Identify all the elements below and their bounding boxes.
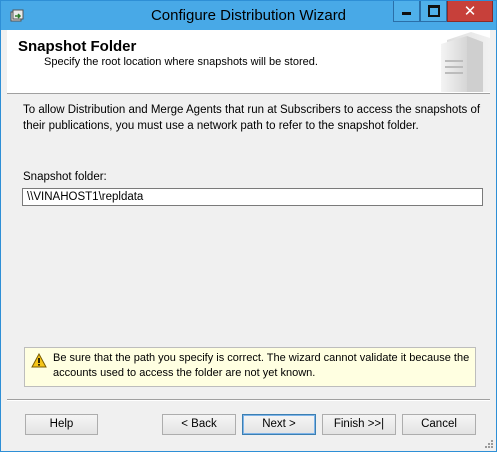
- snapshot-folder-input[interactable]: [22, 188, 483, 206]
- cancel-button[interactable]: Cancel: [402, 414, 476, 435]
- wizard-header: Snapshot Folder Specify the root locatio…: [7, 30, 490, 94]
- minimize-icon: [402, 12, 411, 15]
- close-button[interactable]: ✕: [447, 1, 493, 22]
- wizard-window: Configure Distribution Wizard ✕ Snapshot…: [0, 0, 497, 452]
- warning-text: Be sure that the path you specify is cor…: [53, 352, 470, 379]
- page-subtitle: Specify the root location where snapshot…: [44, 56, 318, 68]
- maximize-button[interactable]: [420, 1, 447, 22]
- warning-box: Be sure that the path you specify is cor…: [24, 347, 476, 387]
- back-button[interactable]: < Back: [162, 414, 236, 435]
- wizard-content: To allow Distribution and Merge Agents t…: [7, 94, 490, 399]
- server-tower-icon: [441, 32, 490, 92]
- resize-grip-icon[interactable]: [484, 439, 494, 449]
- next-button[interactable]: Next >: [242, 414, 316, 435]
- instruction-text: To allow Distribution and Merge Agents t…: [23, 104, 481, 132]
- title-bar[interactable]: Configure Distribution Wizard ✕: [1, 1, 496, 30]
- minimize-button[interactable]: [393, 1, 420, 22]
- close-icon: ✕: [463, 1, 477, 20]
- footer-divider: [7, 399, 490, 401]
- finish-button[interactable]: Finish >>|: [322, 414, 396, 435]
- page-title: Snapshot Folder: [18, 38, 137, 55]
- warning-icon: [31, 353, 47, 368]
- maximize-icon: [427, 5, 440, 17]
- snapshot-folder-label: Snapshot folder:: [23, 171, 107, 183]
- help-button[interactable]: Help: [25, 414, 98, 435]
